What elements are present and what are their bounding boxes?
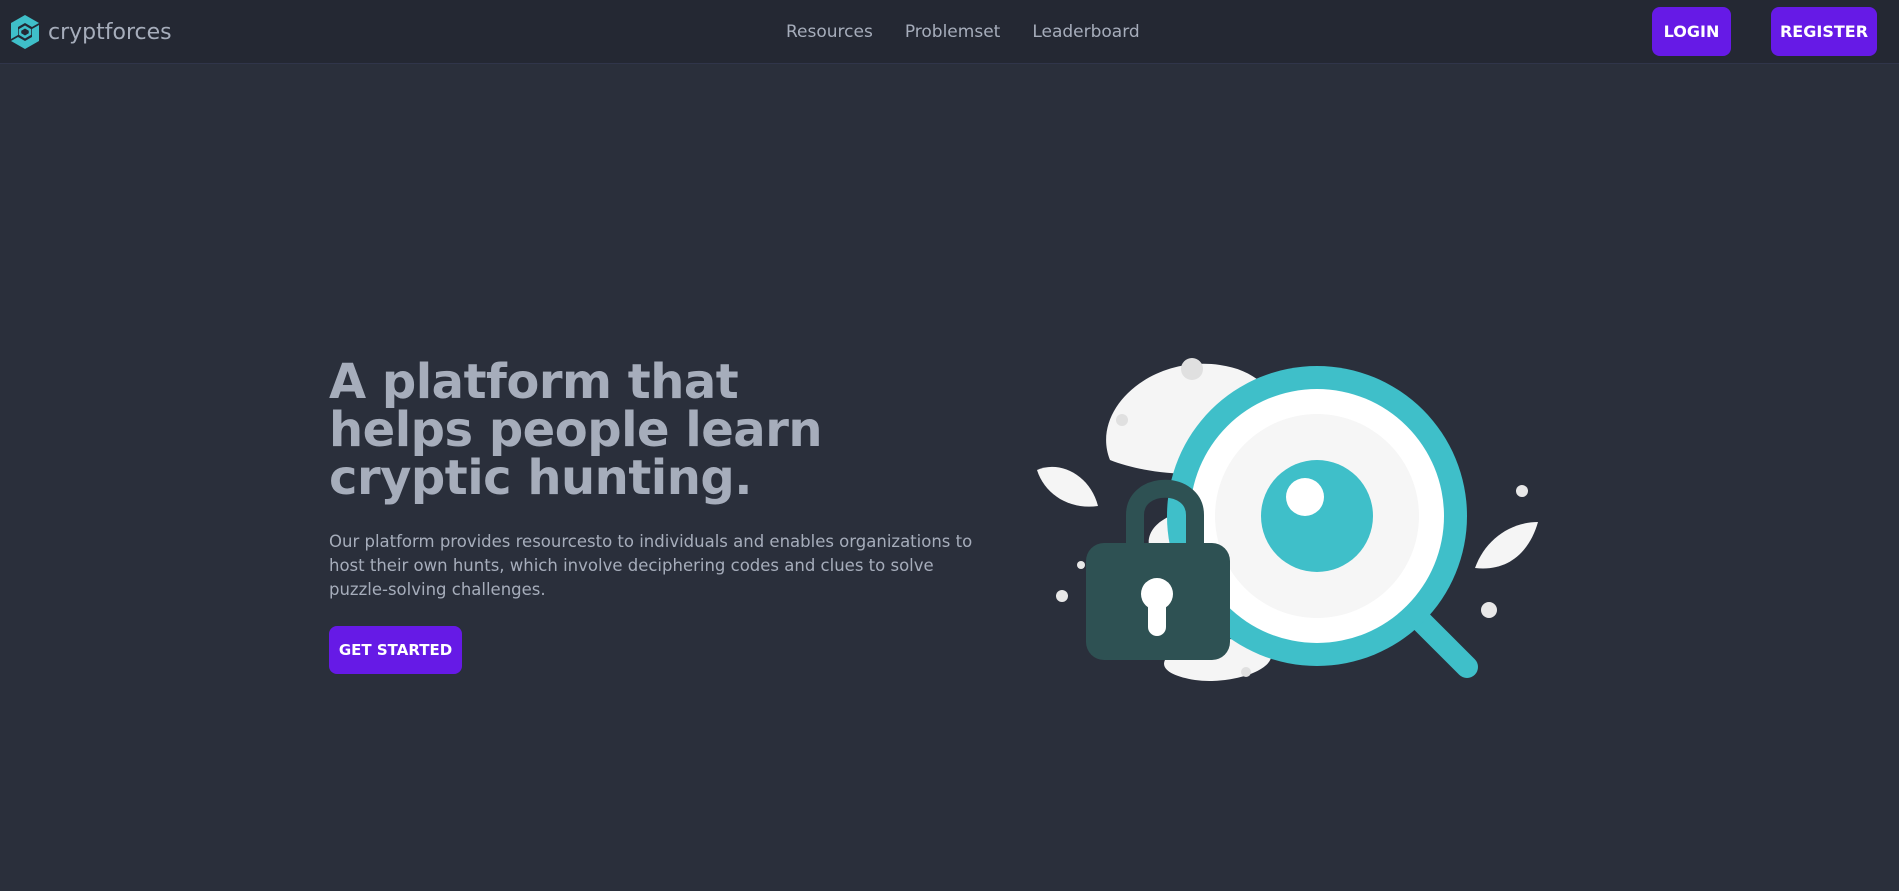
main-nav: Resources Problemset Leaderboard	[770, 20, 1156, 44]
nav-leaderboard-link[interactable]: Leaderboard	[1016, 20, 1155, 44]
hero-title: A platform that helps people learn crypt…	[329, 354, 823, 506]
navbar: cryptforces Resources Problemset Leaderb…	[0, 0, 1899, 64]
login-button[interactable]: LOGIN	[1652, 7, 1731, 56]
hero-description: Our platform provides resourcesto to ind…	[329, 532, 973, 599]
nav-problemset-link[interactable]: Problemset	[889, 20, 1016, 44]
nav-resources-link[interactable]: Resources	[770, 20, 889, 44]
register-button[interactable]: REGISTER	[1771, 7, 1877, 56]
brand-home-link[interactable]: cryptforces	[6, 13, 172, 51]
cryptforces-logo-icon	[6, 13, 44, 51]
get-started-button[interactable]: GET STARTED	[329, 626, 462, 674]
brand-name: cryptforces	[48, 19, 172, 45]
magnifier-lock-illustration	[1030, 350, 1550, 690]
